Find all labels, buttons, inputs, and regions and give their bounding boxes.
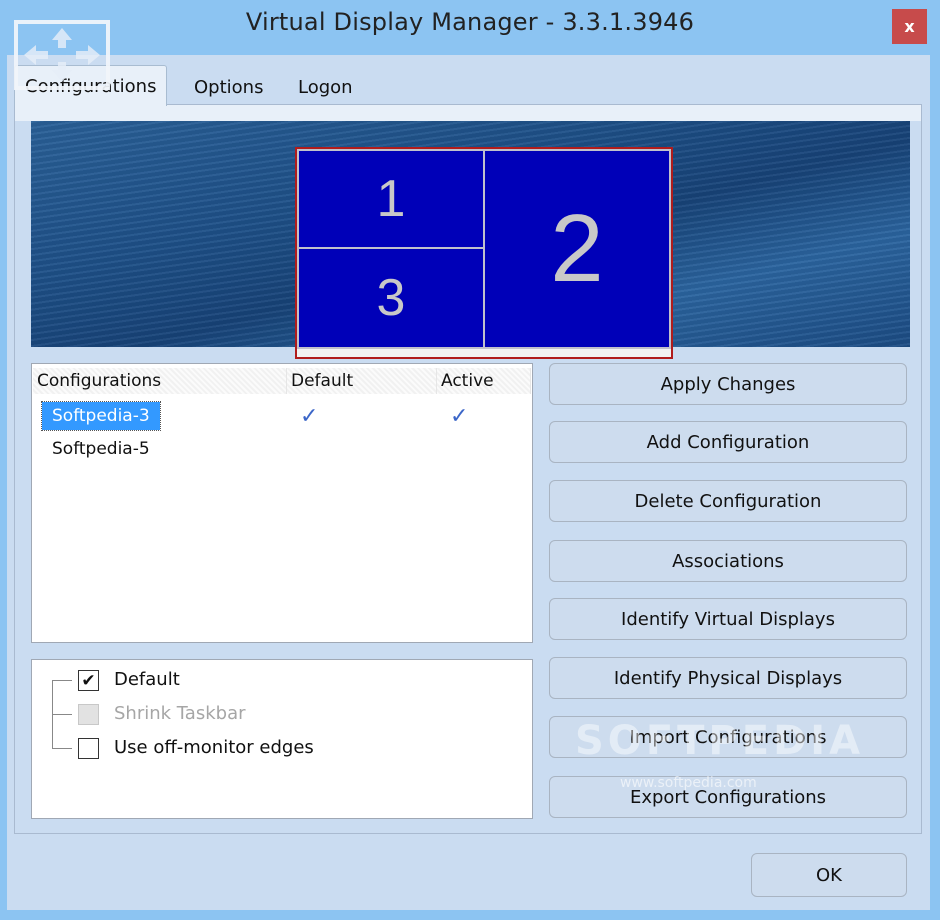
apply-changes-button[interactable]: Apply Changes: [549, 363, 907, 405]
display-layout-preview: 1 3 2: [31, 121, 910, 359]
add-configuration-button[interactable]: Add Configuration: [549, 421, 907, 463]
display-1[interactable]: 1: [297, 149, 485, 249]
shrink-taskbar-checkbox[interactable]: [78, 704, 99, 725]
active-check-icon: ✓: [450, 403, 469, 429]
tab-logon[interactable]: Logon: [288, 69, 363, 105]
column-header-default[interactable]: Default: [287, 368, 437, 394]
identify-physical-displays-button[interactable]: Identify Physical Displays: [549, 657, 907, 699]
delete-configuration-button[interactable]: Delete Configuration: [549, 480, 907, 522]
identify-virtual-displays-button[interactable]: Identify Virtual Displays: [549, 598, 907, 640]
associations-button[interactable]: Associations: [549, 540, 907, 582]
config-name: Softpedia-3: [41, 401, 161, 431]
list-item[interactable]: Softpedia-3 ✓ ✓: [41, 401, 522, 431]
off-monitor-edges-checkbox[interactable]: [78, 738, 99, 759]
display-arrangement: 1 3 2: [295, 147, 673, 359]
configurations-panel: 1 3 2 Configurations Default Active Soft…: [14, 104, 922, 834]
column-header-active[interactable]: Active: [437, 368, 531, 394]
default-option-label: Default: [114, 669, 180, 690]
close-button[interactable]: x: [892, 9, 927, 44]
off-monitor-edges-label: Use off-monitor edges: [114, 737, 314, 758]
configurations-list[interactable]: Configurations Default Active Softpedia-…: [31, 363, 533, 643]
column-header-configurations[interactable]: Configurations: [33, 368, 287, 394]
move-arrows-icon: [14, 20, 110, 90]
close-icon: x: [904, 17, 915, 36]
config-name: Softpedia-5: [52, 439, 150, 459]
configuration-options: ✔ Default Shrink Taskbar Use off-monitor…: [31, 659, 533, 819]
default-check-icon: ✓: [300, 403, 319, 429]
checkmark-icon: ✔: [81, 670, 96, 691]
import-configurations-button[interactable]: Import Configurations: [549, 716, 907, 758]
ok-button[interactable]: OK: [751, 853, 907, 897]
display-2[interactable]: 2: [483, 149, 671, 349]
default-checkbox[interactable]: ✔: [78, 670, 99, 691]
display-3[interactable]: 3: [297, 247, 485, 349]
shrink-taskbar-label: Shrink Taskbar: [114, 703, 246, 724]
window-title: Virtual Display Manager - 3.3.1.3946: [245, 8, 695, 36]
list-item[interactable]: Softpedia-5: [42, 435, 522, 463]
export-configurations-button[interactable]: Export Configurations: [549, 776, 907, 818]
tab-options[interactable]: Options: [184, 69, 273, 105]
